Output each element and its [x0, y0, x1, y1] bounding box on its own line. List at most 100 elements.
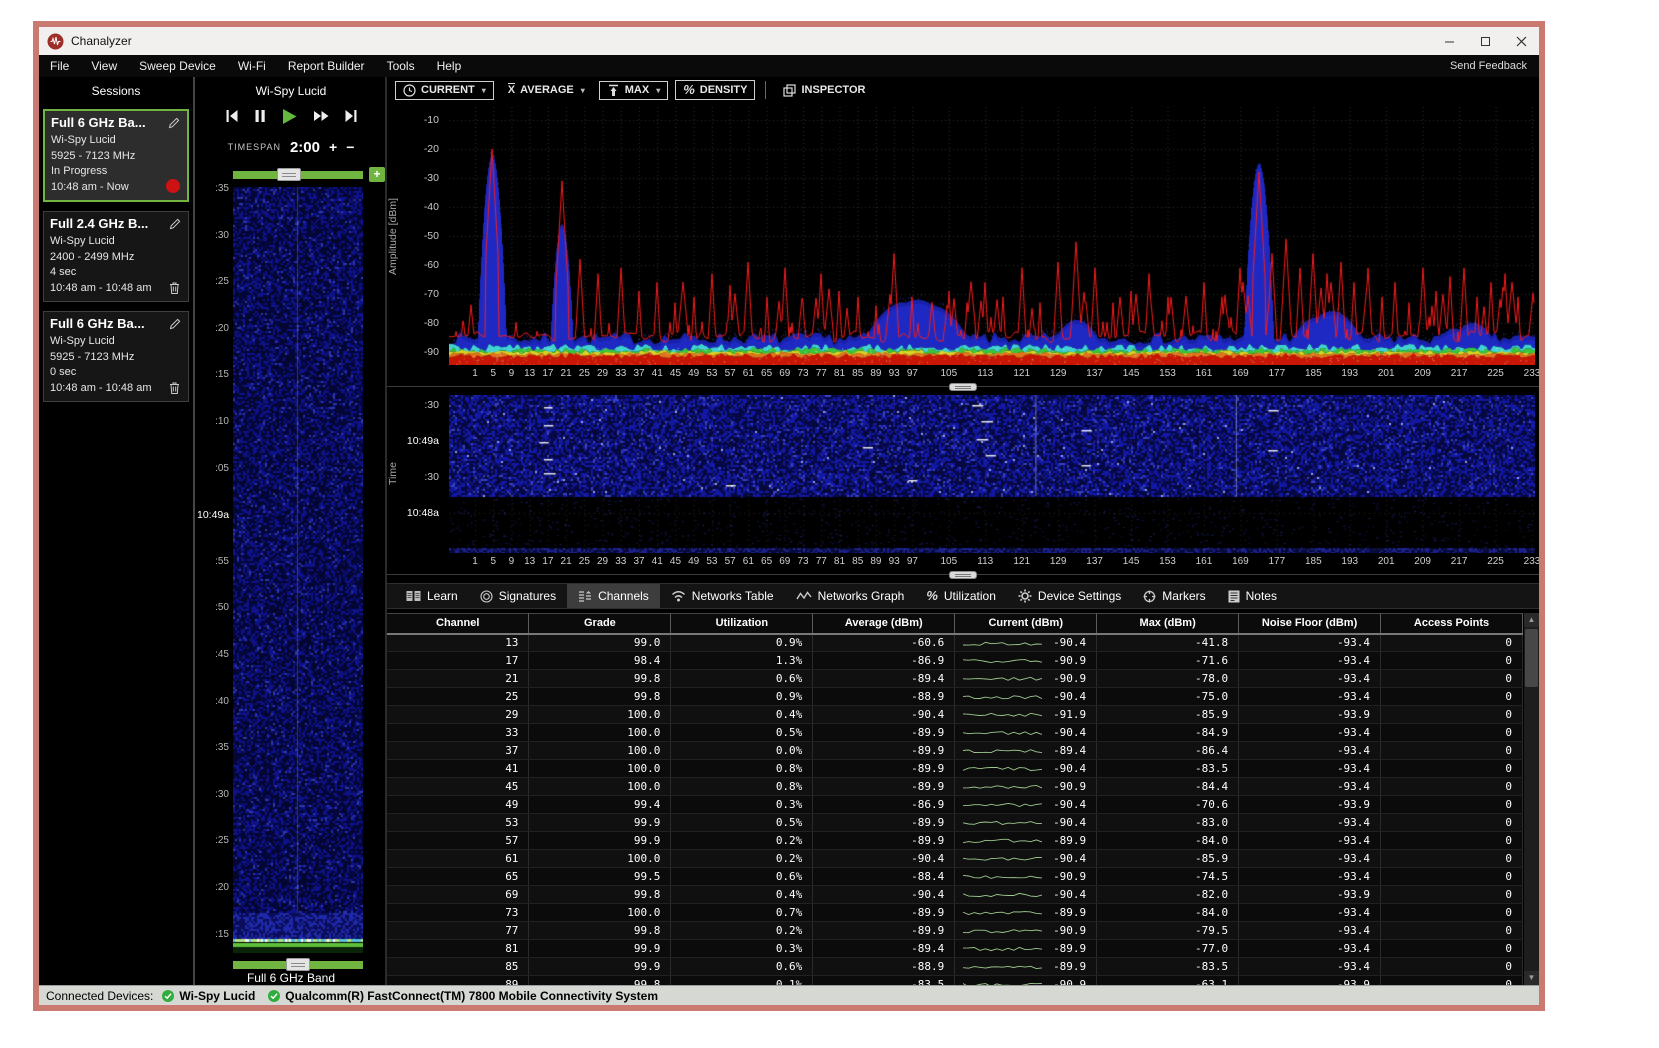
timespan-value: 2:00 [290, 139, 320, 156]
current-sparkline [963, 890, 1042, 900]
time-tick-label: 10:49a [407, 435, 439, 447]
table-row[interactable]: 1399.00.9%-60.6-90.4-41.8-93.40 [387, 634, 1523, 652]
splitter-spectrum-waterfall[interactable] [387, 383, 1539, 391]
tab-channels[interactable]: Channels [567, 584, 660, 608]
table-row[interactable]: 2599.80.9%-88.9-90.4-75.0-93.40 [387, 688, 1523, 706]
table-row[interactable]: 2199.80.6%-89.4-90.9-78.0-93.40 [387, 670, 1523, 688]
waterfall-chart[interactable] [449, 395, 1535, 553]
menu-help[interactable]: Help [426, 59, 473, 73]
table-row[interactable]: 41100.00.8%-89.9-90.4-83.5-93.40 [387, 760, 1523, 778]
scroll-down-icon[interactable]: ▼ [1524, 971, 1539, 985]
maximize-button[interactable] [1467, 27, 1503, 55]
table-row[interactable]: 45100.00.8%-89.9-90.9-84.4-93.40 [387, 778, 1523, 796]
session-card[interactable]: Full 6 GHz Ba...Wi-Spy Lucid5925 - 7123 … [43, 109, 189, 202]
table-row[interactable]: 7799.80.2%-89.9-90.9-79.5-93.40 [387, 922, 1523, 940]
inspector-button[interactable]: INSPECTOR [776, 82, 872, 99]
current-sparkline [963, 639, 1042, 649]
average-button[interactable]: XAVERAGE▾ [501, 82, 592, 98]
current-button[interactable]: CURRENT▾ [395, 81, 494, 100]
play-button[interactable] [281, 108, 298, 125]
session-card[interactable]: Full 6 GHz Ba...Wi-Spy Lucid5925 - 7123 … [43, 311, 189, 402]
menu-tools[interactable]: Tools [376, 59, 426, 73]
current-sparkline [963, 962, 1042, 972]
skip-to-start-button[interactable] [225, 109, 239, 123]
column-header[interactable]: Current (dBm) [955, 614, 1097, 634]
table-row[interactable]: 1798.41.3%-86.9-90.9-71.6-93.40 [387, 652, 1523, 670]
cell-channel: 17 [387, 652, 529, 670]
chevron-down-icon[interactable]: ▾ [482, 86, 486, 95]
menu-file[interactable]: File [39, 59, 80, 73]
menu-sweep-device[interactable]: Sweep Device [128, 59, 227, 73]
tab-networks-graph[interactable]: Networks Graph [785, 584, 916, 608]
column-header[interactable]: Access Points [1381, 614, 1523, 634]
table-scrollbar[interactable]: ▲ ▼ [1524, 613, 1539, 985]
chevron-down-icon[interactable]: ▾ [656, 86, 660, 95]
minimize-button[interactable] [1431, 27, 1467, 55]
clock-icon [403, 84, 416, 97]
max-button[interactable]: MAX▾ [599, 81, 668, 100]
session-card[interactable]: Full 2.4 GHz B...Wi-Spy Lucid2400 - 2499… [43, 211, 189, 302]
skip-to-end-button[interactable] [344, 109, 358, 123]
table-row[interactable]: 8599.90.6%-88.9-89.9-83.5-93.40 [387, 958, 1523, 976]
cell-current-dbm-: -89.9 [955, 940, 1097, 958]
table-row[interactable]: 29100.00.4%-90.4-91.9-85.9-93.90 [387, 706, 1523, 724]
timespan-increase-button[interactable]: + [329, 140, 337, 154]
table-row[interactable]: 8999.80.1%-83.5-90.9-63.1-93.90 [387, 976, 1523, 986]
delete-session-icon[interactable] [168, 381, 181, 395]
table-row[interactable]: 6999.80.4%-90.4-90.4-82.0-93.90 [387, 886, 1523, 904]
timeline-add-button[interactable]: + [369, 167, 385, 182]
menu-report-builder[interactable]: Report Builder [277, 59, 376, 73]
tab-learn[interactable]: Learn [395, 584, 469, 608]
tab-networks-table[interactable]: Networks Table [660, 584, 785, 608]
tab-device-settings[interactable]: Device Settings [1007, 584, 1132, 608]
splitter-handle-2[interactable] [949, 571, 977, 579]
close-button[interactable] [1503, 27, 1539, 55]
table-row[interactable]: 5799.90.2%-89.9-89.9-84.0-93.40 [387, 832, 1523, 850]
chevron-down-icon[interactable]: ▾ [581, 86, 585, 95]
table-row[interactable]: 6599.50.6%-88.4-90.9-74.5-93.40 [387, 868, 1523, 886]
table-row[interactable]: 5399.90.5%-89.9-90.4-83.0-93.40 [387, 814, 1523, 832]
table-row[interactable]: 37100.00.0%-89.9-89.4-86.4-93.40 [387, 742, 1523, 760]
timeline-range-bar-top[interactable]: + [233, 171, 363, 179]
timeline-range-bar-bottom[interactable] [233, 961, 363, 969]
menu-wi-fi[interactable]: Wi-Fi [227, 59, 277, 73]
tab-notes[interactable]: Notes [1217, 584, 1288, 608]
table-row[interactable]: 4999.40.3%-86.9-90.4-70.6-93.90 [387, 796, 1523, 814]
edit-session-icon[interactable] [168, 317, 182, 331]
edit-session-icon[interactable] [168, 217, 182, 231]
density-button[interactable]: %DENSITY [675, 80, 755, 100]
tab-label: Networks Table [692, 589, 774, 603]
scrollbar-thumb[interactable] [1525, 629, 1538, 687]
column-header[interactable]: Average (dBm) [813, 614, 955, 634]
column-header[interactable]: Noise Floor (dBm) [1239, 614, 1381, 634]
timespan-decrease-button[interactable]: − [346, 140, 354, 154]
column-header[interactable]: Max (dBm) [1097, 614, 1239, 634]
tab-markers[interactable]: Markers [1132, 584, 1216, 608]
column-header[interactable]: Utilization [671, 614, 813, 634]
session-waterfall[interactable] [233, 187, 363, 953]
edit-session-icon[interactable] [167, 116, 181, 130]
column-header[interactable]: Grade [529, 614, 671, 634]
session-title: Full 6 GHz Ba... [51, 115, 181, 130]
spectrum-chart[interactable] [449, 107, 1535, 365]
pause-button[interactable] [254, 109, 266, 123]
tab-signatures[interactable]: Signatures [469, 584, 567, 608]
table-row[interactable]: 8199.90.3%-89.4-89.9-77.0-93.40 [387, 940, 1523, 958]
cell-max-dbm-: -78.0 [1097, 670, 1239, 688]
scroll-up-icon[interactable]: ▲ [1524, 613, 1539, 627]
splitter-handle[interactable] [949, 383, 977, 391]
menu-view[interactable]: View [80, 59, 128, 73]
table-row[interactable]: 33100.00.5%-89.9-90.4-84.9-93.40 [387, 724, 1523, 742]
delete-session-icon[interactable] [168, 281, 181, 295]
splitter-waterfall-table[interactable] [387, 571, 1539, 579]
session-device: Wi-Spy Lucid [50, 334, 182, 350]
amplitude-tick-label: -30 [424, 172, 439, 184]
timeline-drag-handle[interactable] [277, 168, 301, 181]
table-row[interactable]: 73100.00.7%-89.9-89.9-84.0-93.40 [387, 904, 1523, 922]
column-header[interactable]: Channel [387, 614, 529, 634]
tab-utilization[interactable]: %Utilization [915, 584, 1007, 608]
table-row[interactable]: 61100.00.2%-90.4-90.4-85.9-93.40 [387, 850, 1523, 868]
timeline-drag-handle-bottom[interactable] [286, 958, 310, 971]
send-feedback-link[interactable]: Send Feedback [1450, 60, 1527, 72]
fast-forward-button[interactable] [313, 110, 329, 122]
